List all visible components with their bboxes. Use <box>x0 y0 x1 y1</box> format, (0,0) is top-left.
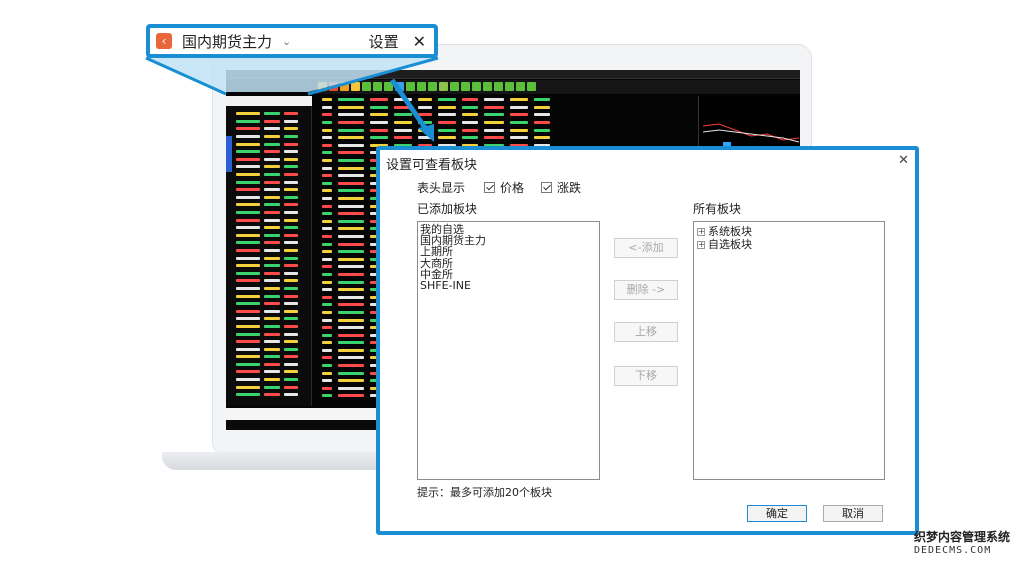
limit-hint: 提示：最多可添加20个板块 <box>417 486 552 499</box>
change-checkbox[interactable]: 涨跌 <box>541 179 581 196</box>
tree-item-system-boards[interactable]: + 系统板块 <box>697 225 881 238</box>
board-tab-title[interactable]: 国内期货主力 <box>182 31 272 52</box>
list-item[interactable]: 上期所 <box>420 246 597 257</box>
close-icon[interactable]: ✕ <box>413 32 426 51</box>
cancel-button[interactable]: 取消 <box>823 505 883 522</box>
site-watermark: 织梦内容管理系统 DEDECMS.COM <box>914 528 1024 556</box>
price-checkbox-label: 价格 <box>500 181 525 195</box>
screen-left-panel <box>226 96 312 406</box>
ok-button[interactable]: 确定 <box>747 505 807 522</box>
header-display-label: 表头显示 <box>417 181 466 195</box>
close-icon[interactable]: ✕ <box>898 153 909 168</box>
tree-item-label: 自选板块 <box>708 238 752 251</box>
board-settings-dialog: 设置可查看板块 ✕ 表头显示 价格 涨跌 已添加板块 所有板块 我的自选 国内期… <box>376 146 919 535</box>
watermark-domain: DEDECMS.COM <box>914 545 992 556</box>
add-button[interactable]: <-添加 <box>614 238 678 258</box>
expand-icon[interactable]: + <box>697 227 705 236</box>
all-boards-tree[interactable]: + 系统板块 + 自选板块 <box>693 221 885 480</box>
tree-item-label: 系统板块 <box>708 225 752 238</box>
dialog-title-bar: 设置可查看板块 ✕ <box>380 150 915 174</box>
watermark-title: 织梦内容管理系统 <box>914 530 1011 544</box>
checkbox-checked-icon[interactable] <box>541 182 552 193</box>
delete-button[interactable]: 删除 -> <box>614 280 678 300</box>
price-checkbox[interactable]: 价格 <box>484 179 524 196</box>
tree-item-custom-boards[interactable]: + 自选板块 <box>697 238 881 251</box>
settings-button[interactable]: 设置 <box>369 31 399 52</box>
screen-left-rows <box>236 110 312 399</box>
added-boards-label: 已添加板块 <box>417 202 478 216</box>
move-up-button[interactable]: 上移 <box>614 322 678 342</box>
screen-title-bar <box>226 70 800 79</box>
board-tab-callout: ‹ 国内期货主力 ⌄ 设置 ✕ <box>146 24 438 58</box>
screen-left-highlight <box>226 136 232 172</box>
chevron-left-icon[interactable]: ‹ <box>156 33 172 49</box>
dialog-title: 设置可查看板块 <box>386 158 478 173</box>
move-down-button[interactable]: 下移 <box>614 366 678 386</box>
added-boards-list[interactable]: 我的自选 国内期货主力 上期所 大商所 中金所 SHFE-INE <box>417 221 600 480</box>
all-boards-label: 所有板块 <box>693 202 742 216</box>
expand-icon[interactable]: + <box>697 240 705 249</box>
checkbox-checked-icon[interactable] <box>484 182 495 193</box>
change-checkbox-label: 涨跌 <box>557 181 582 195</box>
screen-left-tab <box>226 96 312 106</box>
chevron-down-icon[interactable]: ⌄ <box>282 35 291 48</box>
screen-toolbar <box>316 80 800 94</box>
list-item[interactable]: SHFE-INE <box>420 280 597 291</box>
